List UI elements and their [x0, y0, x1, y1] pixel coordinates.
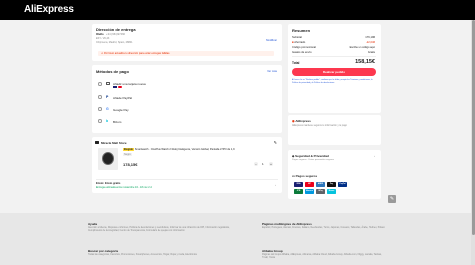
bizum-icon: b — [106, 119, 109, 123]
footer-group-title: Alibaba Group — [262, 249, 283, 253]
footer-browse-title: Buscar por categoría — [88, 249, 119, 253]
qty-plus-button[interactable]: + — [269, 162, 273, 166]
legal-text[interactable]: Al hacer clic en "Realizar pedido", conf… — [292, 79, 376, 84]
security-title-text: Seguridad & Privacidad — [295, 154, 329, 158]
product-image[interactable] — [98, 148, 118, 170]
ali-secure-title-text: AliExpress — [295, 119, 311, 123]
payment-title: Métodos de pago — [96, 69, 129, 74]
payment-radio-paypal[interactable] — [98, 95, 102, 99]
google-pay-icon: G — [106, 107, 109, 111]
address-name: Otello — [96, 33, 104, 36]
subtotal-value: 176,19€ — [365, 36, 375, 39]
payment-logos: VISA MC AMEX Pay PayPal JCB Maestro GPay… — [294, 182, 376, 196]
visa-logo-icon: VISA — [294, 182, 303, 187]
promo-label: Código promocional — [292, 46, 316, 49]
address-line2: Chipmena, Madrid, Spain, 28801 — [96, 40, 133, 44]
store-name[interactable]: Miracle Mall Store — [101, 141, 127, 145]
paypal-icon: P — [106, 95, 109, 99]
footer-multilang-text[interactable]: Español, Portugués, Alemán, Francés, Ita… — [262, 227, 387, 230]
product-badge: Elegido — [123, 148, 135, 151]
paypal-logo-icon: PayPal — [338, 182, 347, 187]
saved-label: ■ Ahorrado — [292, 41, 305, 44]
visa-mini-icon — [113, 85, 117, 88]
store-checkbox[interactable] — [95, 140, 99, 144]
place-order-button[interactable]: Realizar pedido — [292, 68, 376, 76]
total-label: Total — [292, 61, 300, 65]
mastercard-logo-icon: MC — [305, 182, 314, 187]
payment-more-link[interactable]: Ver más — [267, 70, 277, 73]
delivery-estimate: Entrega estimada entre noviembre 16 - 18… — [96, 186, 152, 189]
footer-group-text[interactable]: Páginas del Grupo Alibaba, AliExpress, A… — [262, 254, 387, 260]
payment-card: Métodos de pago Ver más Añadir una tarje… — [92, 65, 282, 133]
subtotal-label: Subtotal — [292, 36, 302, 39]
security-text: Pagos seguros · Datos personales seguros — [292, 159, 334, 161]
secure-pay-title: ▭ Pagos seguros — [292, 174, 317, 178]
security-card: ◈ Seguridad & Privacidad Pagos seguros ·… — [288, 150, 381, 199]
payment-radio-gpay[interactable] — [98, 107, 102, 111]
payment-radio-bizum[interactable] — [98, 119, 102, 123]
payment-radio-card[interactable] — [98, 82, 102, 86]
security-chevron-icon[interactable]: › — [374, 154, 375, 158]
footer-help-text[interactable]: Atención al cliente, Disputas e informes… — [88, 227, 238, 233]
qty-minus-button[interactable]: − — [254, 162, 258, 166]
amex-logo-icon: AMEX — [316, 182, 325, 187]
applepay-logo-icon: Pay — [327, 182, 336, 187]
top-bar: AliExpress — [0, 0, 475, 20]
security-title: ◈ Seguridad & Privacidad — [292, 154, 329, 158]
footer-multilang-title: Páginas multiingües de AliExpress — [262, 222, 312, 226]
saved-value: -22,04€ — [365, 41, 375, 44]
footer-browse-text[interactable]: Todas las categorías, Favoritos, Promoci… — [88, 254, 238, 257]
store-divider — [96, 179, 278, 180]
address-card: Dirección de entrega Otello +34 (961)974… — [92, 24, 282, 61]
footer-help-title: Ayuda — [88, 222, 98, 226]
address-title: Dirección de entrega — [96, 27, 136, 32]
maestro-logo-icon: Maestro — [305, 189, 314, 194]
bizum-logo-icon: Bizum — [327, 189, 336, 194]
total-value: 158,15€ — [355, 59, 375, 65]
feedback-button[interactable]: ✎ — [388, 195, 396, 203]
mastercard-mini-icon — [118, 85, 122, 88]
ali-secure-text: AliExpress mantiene seguros tu informaci… — [292, 125, 347, 127]
address-warning-text: Por favor actualiza tu dirección para ev… — [103, 52, 170, 56]
product-title: Smartwatch · OnePlus Watch 2 Reloj Intel… — [134, 148, 235, 151]
summary-card: Resumen Subtotal 176,19€ ■ Ahorrado -22,… — [288, 24, 381, 113]
shipping-title: Envío: Envío gratis — [96, 182, 121, 185]
aliexpress-logo[interactable]: AliExpress — [24, 4, 74, 15]
product-price: 178,15€ — [123, 162, 138, 167]
saved-label-text: Ahorrado — [294, 41, 306, 44]
shipping-chevron-icon[interactable]: › — [275, 183, 276, 187]
card-icon — [106, 81, 110, 85]
shipping-value: Gratis — [367, 51, 375, 54]
payment-method-bizum[interactable]: Bizum — [113, 120, 121, 124]
promo-input[interactable]: Escribe un código aquí — [350, 46, 375, 49]
gpay-logo-icon: GPay — [316, 189, 325, 194]
payment-method-paypal[interactable]: Añade PayPal — [113, 96, 132, 100]
footer: Ayuda Atención al cliente, Disputas e in… — [0, 213, 475, 265]
ali-secure-title: ◉ AliExpress — [292, 119, 311, 123]
pencil-icon: ✎ — [389, 196, 395, 202]
shipping-label: Gastos de envío — [292, 51, 312, 54]
change-address-link[interactable]: Modificar — [266, 39, 277, 42]
scrollbar-thumb[interactable] — [471, 20, 475, 235]
qty-value[interactable]: 1 — [262, 162, 264, 166]
jcb-logo-icon: JCB — [294, 189, 303, 194]
payment-method-gpay[interactable]: Google Pay — [113, 108, 129, 112]
qty-stepper: − 1 + — [254, 162, 274, 166]
store-card: Miracle Mall Store ✎ Elegido Smartwatch … — [92, 137, 282, 193]
address-phone: +34 (961)97460 — [106, 33, 126, 36]
ali-secure-card: ◉ AliExpress AliExpress mantiene seguros… — [288, 115, 381, 145]
watch-icon — [102, 152, 114, 165]
edit-icon[interactable]: ✎ — [274, 140, 277, 145]
summary-divider — [292, 56, 376, 57]
secure-pay-title-text: Pagos seguros — [295, 174, 318, 178]
product-variant[interactable]: Negro — [123, 153, 132, 156]
summary-title: Resumen — [292, 28, 311, 33]
card-brand-icons — [113, 85, 122, 88]
address-warning: ⚠ Por favor actualiza tu dirección para … — [98, 51, 274, 56]
product-title-row[interactable]: Elegido Smartwatch · OnePlus Watch 2 Rel… — [123, 148, 275, 152]
